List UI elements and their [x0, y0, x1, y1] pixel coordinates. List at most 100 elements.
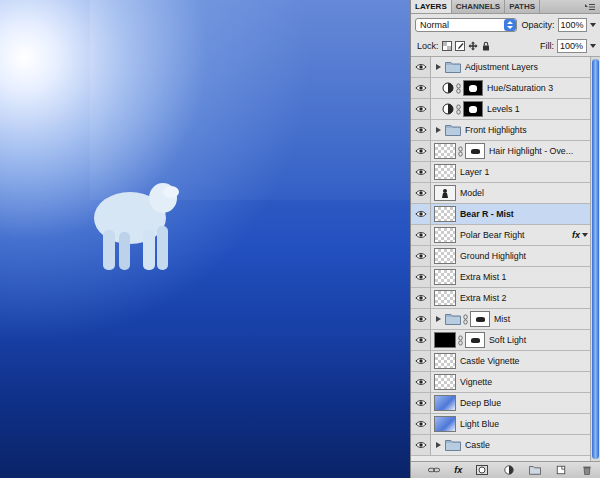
opacity-dropdown-icon[interactable]	[590, 23, 596, 27]
add-mask-icon[interactable]	[476, 465, 488, 475]
mask-shape	[471, 338, 480, 343]
visibility-toggle[interactable]	[411, 267, 431, 287]
layer-content: Castle	[431, 435, 590, 455]
link-layers-icon[interactable]	[428, 465, 440, 475]
layer-row[interactable]: Model	[411, 183, 590, 204]
layer-content: Hue/Saturation 3	[431, 78, 590, 98]
scrollbar[interactable]	[590, 57, 600, 461]
layer-row[interactable]: Light Blue	[411, 414, 590, 435]
layer-row[interactable]: Levels 1	[411, 99, 590, 120]
layer-row[interactable]: Extra Mist 2	[411, 288, 590, 309]
panel-tabs: LAYERSCHANNELSPATHS	[411, 0, 600, 14]
layer-row[interactable]: Hue/Saturation 3	[411, 78, 590, 99]
link-icon[interactable]	[456, 104, 461, 115]
layer-mask-thumbnail[interactable]	[463, 101, 483, 117]
visibility-toggle[interactable]	[411, 330, 431, 350]
visibility-toggle[interactable]	[411, 183, 431, 203]
visibility-toggle[interactable]	[411, 372, 431, 392]
layer-thumbnail	[434, 290, 456, 306]
visibility-toggle[interactable]	[411, 162, 431, 182]
expand-triangle-icon[interactable]	[436, 316, 441, 322]
visibility-toggle[interactable]	[411, 435, 431, 455]
panel-tab[interactable]: LAYERS	[411, 0, 452, 13]
visibility-toggle[interactable]	[411, 78, 431, 98]
layer-row[interactable]: Front Highlights	[411, 120, 590, 141]
effects-expand-icon[interactable]	[582, 233, 588, 237]
layer-row[interactable]: Extra Mist 1	[411, 267, 590, 288]
scrollbar-thumb[interactable]	[592, 59, 599, 459]
visibility-toggle[interactable]	[411, 99, 431, 119]
eye-icon	[415, 84, 427, 92]
fill-dropdown-icon[interactable]	[590, 44, 596, 48]
layer-row[interactable]: Mist	[411, 309, 590, 330]
lock-all-icon[interactable]	[481, 41, 491, 51]
visibility-toggle[interactable]	[411, 204, 431, 224]
effects-badge[interactable]: fx	[572, 230, 580, 240]
layer-row[interactable]: Hair Highlight - Ove...	[411, 141, 590, 162]
layer-row[interactable]: Bear R - Mist	[411, 204, 590, 225]
layer-row[interactable]: Deep Blue	[411, 393, 590, 414]
blend-mode-select[interactable]: Normal	[415, 18, 517, 32]
layer-mask-thumbnail[interactable]	[465, 332, 485, 348]
visibility-toggle[interactable]	[411, 393, 431, 413]
link-icon[interactable]	[458, 146, 463, 157]
visibility-toggle[interactable]	[411, 141, 431, 161]
fill-field[interactable]: 100%	[557, 39, 587, 53]
folder-icon	[445, 124, 461, 136]
panel-tab[interactable]: CHANNELS	[452, 0, 505, 13]
panel-menu-icon[interactable]	[584, 3, 596, 11]
layer-row[interactable]: Castle	[411, 435, 590, 456]
folder-icon	[445, 61, 461, 73]
layer-name: Front Highlights	[465, 125, 590, 135]
link-icon[interactable]	[458, 335, 463, 346]
layer-thumbnail	[434, 185, 456, 201]
new-group-icon[interactable]	[529, 465, 541, 475]
document-canvas[interactable]	[0, 0, 410, 478]
layer-content: Soft Light	[431, 330, 590, 350]
layer-name: Light Blue	[460, 419, 590, 429]
layer-thumbnail	[434, 143, 456, 159]
layer-thumbnail	[434, 248, 456, 264]
layer-row[interactable]: Vignette	[411, 372, 590, 393]
trash-icon[interactable]	[581, 465, 593, 475]
visibility-toggle[interactable]	[411, 309, 431, 329]
visibility-toggle[interactable]	[411, 246, 431, 266]
layer-mask-thumbnail[interactable]	[470, 311, 490, 327]
link-icon[interactable]	[463, 314, 468, 325]
new-layer-icon[interactable]	[555, 465, 567, 475]
eye-icon	[415, 441, 427, 449]
layer-content: Layer 1	[431, 162, 590, 182]
layer-name: Adjustment Layers	[465, 62, 590, 72]
layer-row[interactable]: Adjustment Layers	[411, 57, 590, 78]
visibility-toggle[interactable]	[411, 351, 431, 371]
layer-name: Hair Highlight - Ove...	[489, 146, 590, 156]
new-adjustment-icon[interactable]	[503, 465, 515, 475]
layer-thumbnail	[434, 374, 456, 390]
visibility-toggle[interactable]	[411, 225, 431, 245]
layer-mask-thumbnail[interactable]	[465, 143, 485, 159]
visibility-toggle[interactable]	[411, 288, 431, 308]
visibility-toggle[interactable]	[411, 414, 431, 434]
eye-icon	[415, 231, 427, 239]
mask-shape	[476, 317, 485, 322]
expand-triangle-icon[interactable]	[436, 442, 441, 448]
lock-transparency-icon[interactable]	[442, 41, 452, 51]
opacity-field[interactable]: 100%	[558, 18, 587, 32]
layer-row[interactable]: Castle Vignette	[411, 351, 590, 372]
visibility-toggle[interactable]	[411, 57, 431, 77]
layer-row[interactable]: Layer 1	[411, 162, 590, 183]
link-icon[interactable]	[456, 83, 461, 94]
visibility-toggle[interactable]	[411, 120, 431, 140]
layer-row[interactable]: Polar Bear Right fx	[411, 225, 590, 246]
expand-triangle-icon[interactable]	[436, 127, 441, 133]
layer-row[interactable]: Soft Light	[411, 330, 590, 351]
layer-row[interactable]: Ground Highlight	[411, 246, 590, 267]
layer-content: Light Blue	[431, 414, 590, 434]
expand-triangle-icon[interactable]	[436, 64, 441, 70]
folder-icon	[445, 439, 461, 451]
layer-mask-thumbnail[interactable]	[463, 80, 483, 96]
panel-tab[interactable]: PATHS	[505, 0, 540, 13]
add-style-button[interactable]: fx	[454, 465, 462, 475]
lock-brush-icon[interactable]	[455, 41, 465, 51]
lock-move-icon[interactable]	[468, 41, 478, 51]
